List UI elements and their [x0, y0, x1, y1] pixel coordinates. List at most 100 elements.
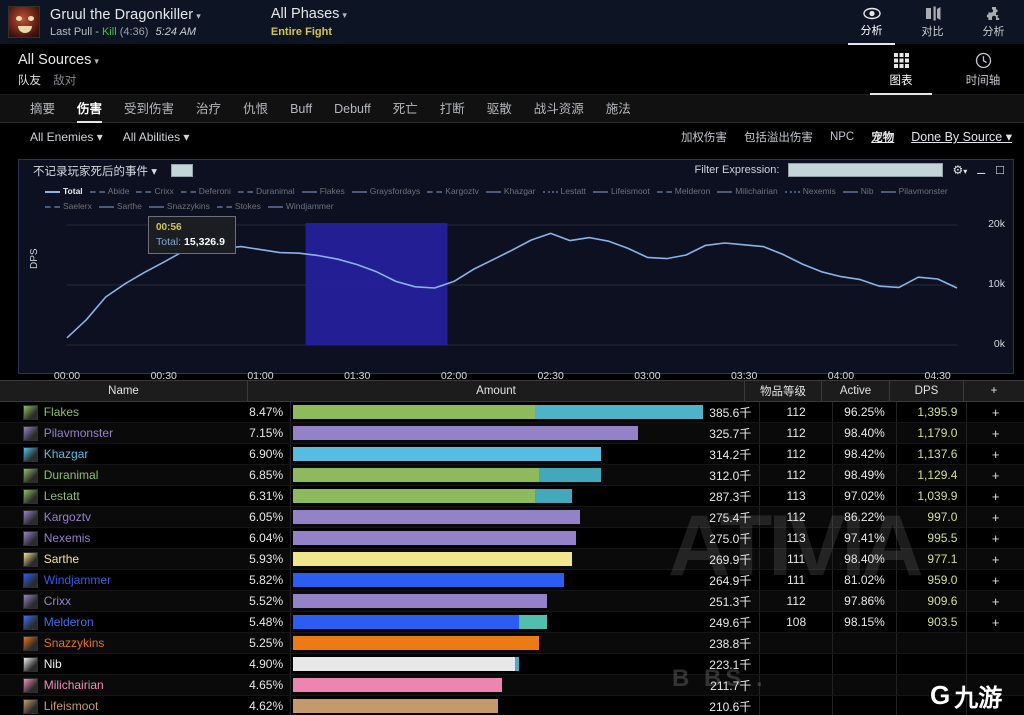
table-row[interactable]: Milichairian 4.65% 211.7千: [0, 675, 1024, 696]
table-row[interactable]: Lestatt 6.31% 287.3千 113 97.02% 1,039.9 +: [0, 486, 1024, 507]
tab-resources[interactable]: 战斗资源: [534, 95, 584, 123]
legend-item[interactable]: Pilavmonster: [880, 185, 948, 198]
expand-row-button[interactable]: +: [967, 528, 1024, 548]
column-header-amount[interactable]: Amount: [248, 381, 745, 401]
all-enemies-dropdown[interactable]: All Enemies ▾: [30, 130, 103, 144]
legend-item[interactable]: Flakes: [301, 185, 345, 198]
tab-dispels[interactable]: 驱散: [487, 95, 512, 123]
player-name[interactable]: Crixx: [44, 591, 234, 611]
legend-item[interactable]: Sarthe: [98, 200, 142, 213]
player-name[interactable]: Pilavmonster: [44, 423, 234, 443]
player-name[interactable]: Lestatt: [44, 486, 234, 506]
maximize-icon[interactable]: ☐: [995, 164, 1005, 177]
tab-summary[interactable]: 摘要: [30, 95, 55, 123]
legend-item[interactable]: Khazgar: [485, 185, 536, 198]
done-by-source-dropdown[interactable]: Done By Source ▾: [911, 129, 1012, 144]
tab-casts[interactable]: 施法: [606, 95, 631, 123]
view-button-timeline[interactable]: 时间轴: [942, 45, 1024, 95]
minimize-icon[interactable]: ⚊: [976, 164, 986, 177]
table-row[interactable]: Kargoztv 6.05% 275.4千 112 86.22% 997.0 +: [0, 507, 1024, 528]
table-row[interactable]: Flakes 8.47% 385.6千 112 96.25% 1,395.9 +: [0, 402, 1024, 423]
death-events-dropdown[interactable]: 不记录玩家死后的事件 ▾: [33, 163, 157, 179]
player-name[interactable]: Windjammer: [44, 570, 234, 590]
player-name[interactable]: Nexemis: [44, 528, 234, 548]
legend-item[interactable]: Milichairian: [717, 185, 778, 198]
table-row[interactable]: Sarthe 5.93% 269.9千 111 98.40% 977.1 +: [0, 549, 1024, 570]
player-name[interactable]: Kargoztv: [44, 507, 234, 527]
table-row[interactable]: Melderon 5.48% 249.6千 108 98.15% 903.5 +: [0, 612, 1024, 633]
expand-row-button[interactable]: +: [967, 570, 1024, 590]
color-swatch-input[interactable]: [170, 164, 193, 177]
tab-damage-done[interactable]: 伤害: [77, 95, 103, 123]
column-header-name[interactable]: Name: [0, 381, 248, 401]
tab-deaths[interactable]: 死亡: [393, 95, 418, 123]
expand-row-button[interactable]: +: [967, 612, 1024, 632]
legend-item[interactable]: Graysfordays: [351, 185, 420, 198]
filter-pets[interactable]: 宠物: [871, 129, 894, 145]
table-row[interactable]: Pilavmonster 7.15% 325.7千 112 98.40% 1,179.0 +: [0, 423, 1024, 444]
filter-expression-input[interactable]: [788, 163, 944, 177]
column-header-dps[interactable]: DPS: [890, 381, 964, 401]
tab-buffs[interactable]: Buff: [290, 95, 312, 123]
expand-row-button[interactable]: [967, 696, 1024, 715]
table-row[interactable]: Nib 4.90% 223.1千: [0, 654, 1024, 675]
filter-include-overkill[interactable]: 包括溢出伤害: [744, 129, 813, 145]
toggle-friendly[interactable]: 队友: [18, 75, 41, 87]
legend-item[interactable]: Lifeismoot: [593, 185, 650, 198]
table-row[interactable]: Nexemis 6.04% 275.0千 113 97.41% 995.5 +: [0, 528, 1024, 549]
legend-item[interactable]: Nib: [842, 185, 874, 198]
expand-row-button[interactable]: [967, 633, 1024, 653]
legend-item[interactable]: Abide: [89, 185, 129, 198]
legend-item[interactable]: Total: [45, 185, 83, 198]
table-row[interactable]: Duranimal 6.85% 312.0千 112 98.49% 1,129.4 +: [0, 465, 1024, 486]
column-header-active[interactable]: Active: [822, 381, 890, 401]
legend-item[interactable]: Duranimal: [237, 185, 295, 198]
table-row[interactable]: Lifeismoot 4.62% 210.6千: [0, 696, 1024, 715]
expand-row-button[interactable]: +: [967, 486, 1024, 506]
view-button-chart[interactable]: 图表: [860, 45, 942, 95]
player-name[interactable]: Khazgar: [44, 444, 234, 464]
tab-damage-taken[interactable]: 受到伤害: [124, 95, 174, 123]
expand-row-button[interactable]: +: [967, 402, 1024, 422]
expand-row-button[interactable]: [967, 654, 1024, 674]
player-name[interactable]: Flakes: [44, 402, 234, 422]
filter-weighted-damage[interactable]: 加权伤害: [681, 129, 727, 145]
legend-item[interactable]: Crixx: [136, 185, 174, 198]
tab-interrupts[interactable]: 打断: [440, 95, 465, 123]
phases-dropdown[interactable]: All Phases ▾: [271, 6, 347, 22]
column-header-item-level[interactable]: 物品等级: [745, 381, 822, 401]
legend-item[interactable]: Melderon: [656, 185, 710, 198]
expand-row-button[interactable]: [967, 675, 1024, 695]
boss-name-dropdown[interactable]: Gruul the Dragonkiller ▾: [50, 7, 201, 23]
legend-item[interactable]: Kargoztv: [427, 185, 479, 198]
player-name[interactable]: Lifeismoot: [44, 696, 234, 715]
top-button-plugin[interactable]: 分析: [963, 0, 1024, 45]
column-header-expand[interactable]: +: [964, 381, 1024, 401]
legend-item[interactable]: Saelerx: [45, 200, 92, 213]
tab-healing[interactable]: 治疗: [196, 95, 221, 123]
expand-row-button[interactable]: +: [967, 549, 1024, 569]
player-name[interactable]: Duranimal: [44, 465, 234, 485]
tab-debuffs[interactable]: Debuff: [334, 95, 371, 123]
player-name[interactable]: Melderon: [44, 612, 234, 632]
player-name[interactable]: Sarthe: [44, 549, 234, 569]
toggle-enemy[interactable]: 敌对: [53, 75, 76, 87]
top-button-compare[interactable]: 对比: [902, 0, 963, 45]
expand-row-button[interactable]: +: [967, 465, 1024, 485]
player-name[interactable]: Snazzykins: [44, 633, 234, 653]
expand-row-button[interactable]: +: [967, 423, 1024, 443]
table-row[interactable]: Windjammer 5.82% 264.9千 111 81.02% 959.0 +: [0, 570, 1024, 591]
legend-item[interactable]: Snazzykins: [148, 200, 210, 213]
tab-threat[interactable]: 仇恨: [243, 95, 268, 123]
legend-item[interactable]: Lestatt: [542, 185, 586, 198]
expand-row-button[interactable]: +: [967, 507, 1024, 527]
table-row[interactable]: Khazgar 6.90% 314.2千 112 98.42% 1,137.6 +: [0, 444, 1024, 465]
all-abilities-dropdown[interactable]: All Abilities ▾: [123, 130, 190, 144]
top-button-analysis[interactable]: 分析: [841, 0, 902, 45]
player-name[interactable]: Milichairian: [44, 675, 234, 695]
legend-item[interactable]: Nexemis: [784, 185, 836, 198]
legend-item[interactable]: Deferoni: [180, 185, 231, 198]
player-name[interactable]: Nib: [44, 654, 234, 674]
legend-item[interactable]: Windjammer: [267, 200, 334, 213]
expand-row-button[interactable]: +: [967, 591, 1024, 611]
